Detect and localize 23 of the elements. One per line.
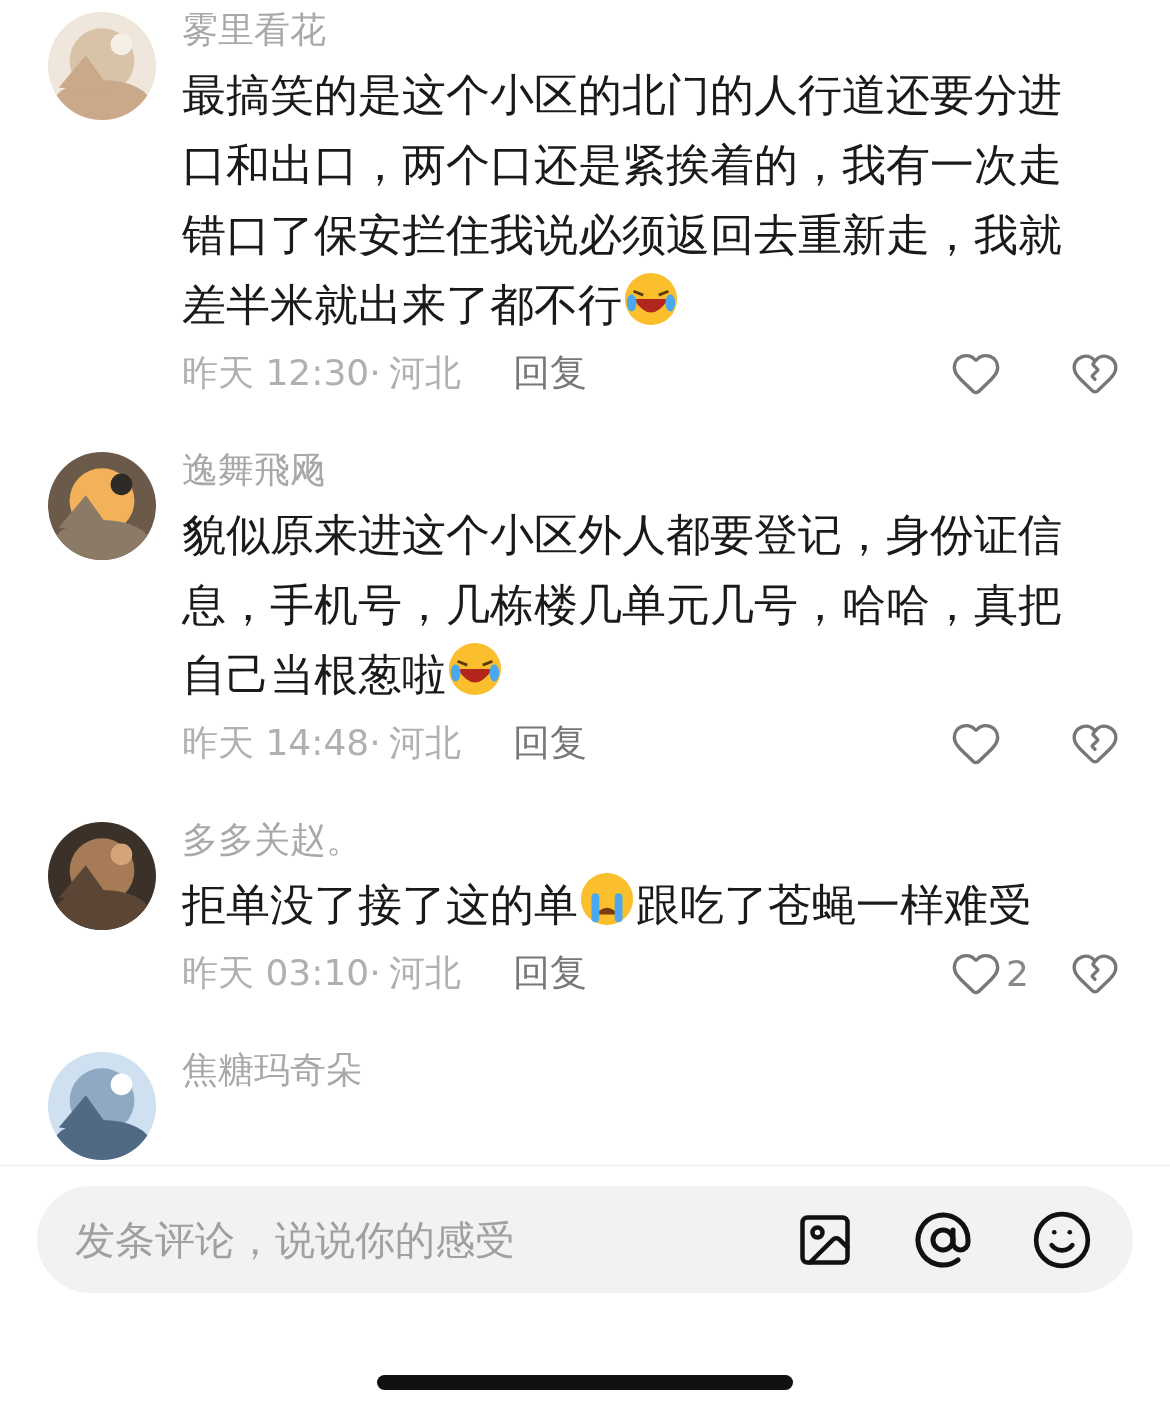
location: 河北 [388,350,461,395]
timestamp: 昨天 12:30· [182,350,381,395]
location: 河北 [388,950,461,995]
comment-text: 貌似原来进这个小区外人都要登记，身份证信息，手机号，几栋楼几单元几号，哈哈，真把自己当根葱啦 [182,508,1063,702]
timestamp: 昨天 14:48· [182,720,381,765]
comment-text: 拒单没了接了这的单 跟吃了苍蝇一样难受 [182,870,1092,940]
comment-text: 最搞笑的是这个小区的北门的人行道还要分进口和出口，两个口还是紧挨着的，我有一次走错口了保安拦住我说必须返回去重新走，我就差半米就出来了都不行 [182,68,1063,332]
comment-bar[interactable]: 发条评论，说说你的感受 [37,1186,1133,1293]
username[interactable]: 逸舞飛飏 [182,440,1120,500]
reply-link[interactable]: 回复 [512,948,587,998]
username[interactable]: 雾里看花 [182,0,1120,60]
laughing-crying-emoji [622,270,680,328]
location: 河北 [388,720,461,765]
username[interactable]: 焦糖玛奇朵 [182,1040,1120,1100]
reply-link[interactable]: 回复 [512,718,587,768]
mention-icon[interactable] [913,1209,973,1270]
comment-input-field[interactable]: 发条评论，说说你的感受 [73,1215,795,1264]
timestamp: 昨天 03:10· [182,950,381,995]
username[interactable]: 多多关赵。 [182,810,1120,870]
like-count: 2 [1006,952,1029,994]
crying-emoji [578,870,636,928]
reply-link[interactable]: 回复 [512,348,587,398]
laughing-crying-emoji [446,640,504,698]
